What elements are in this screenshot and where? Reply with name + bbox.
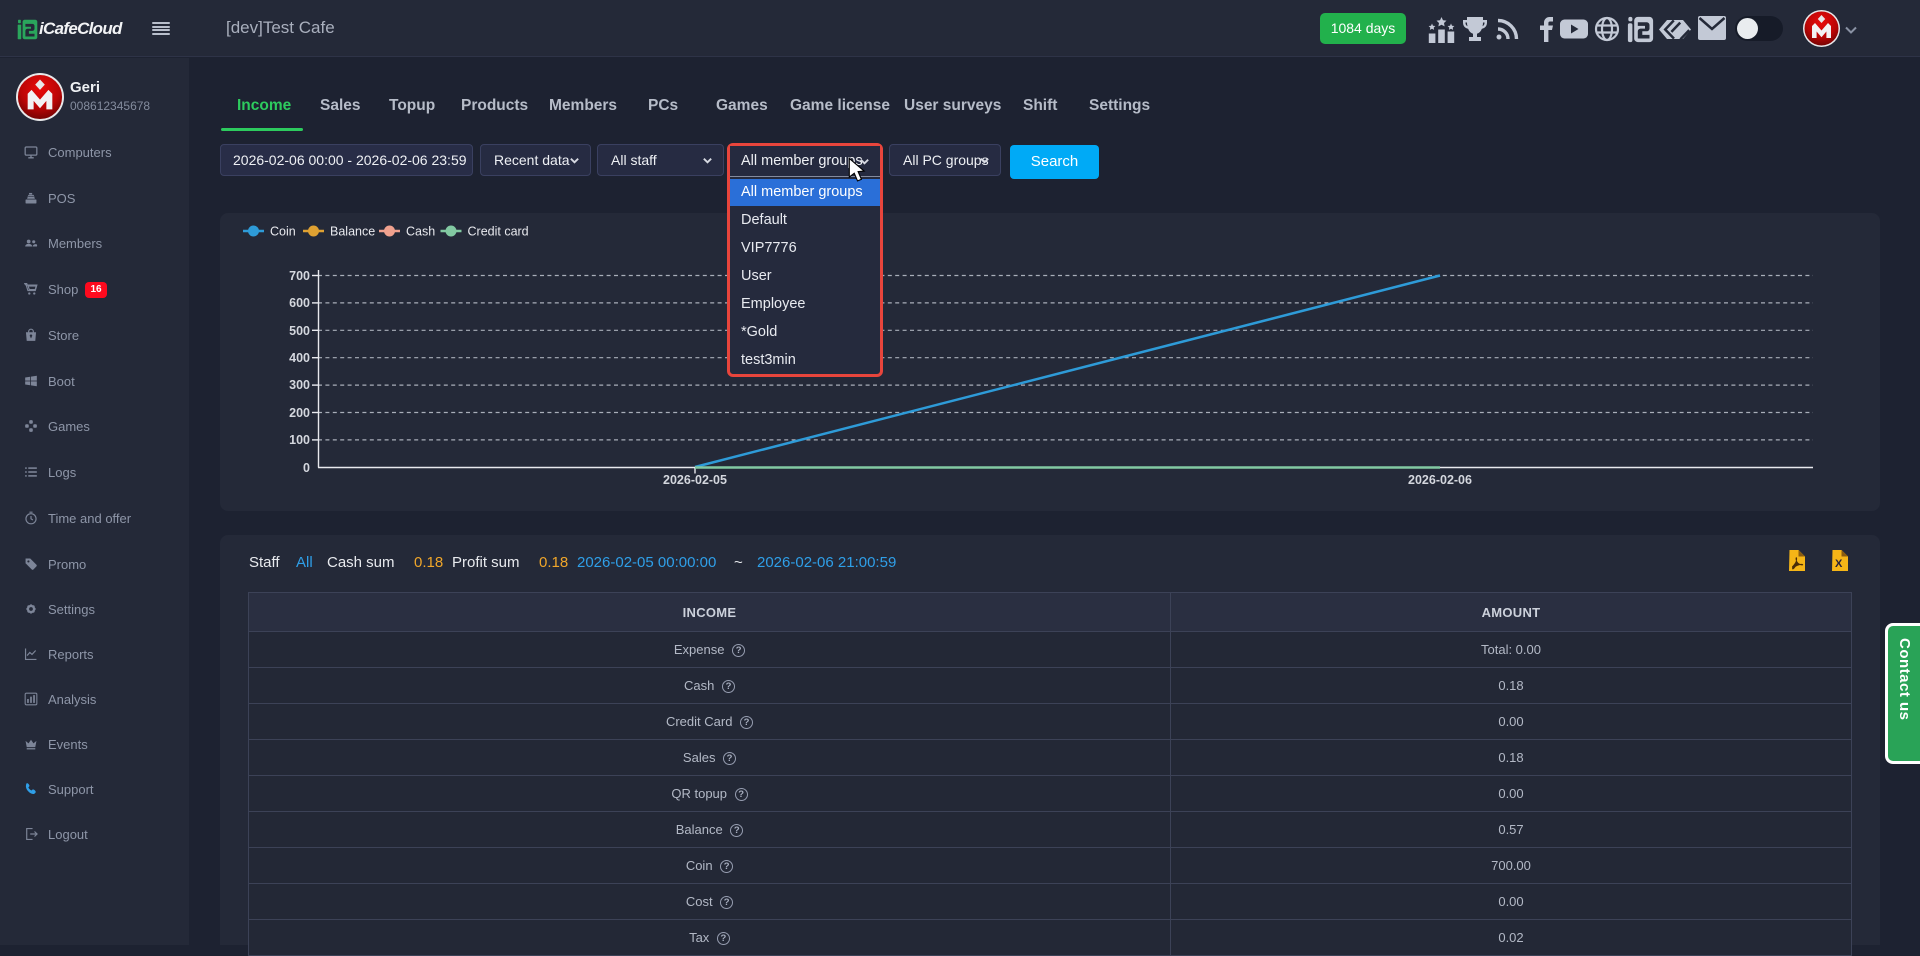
svg-text:600: 600 xyxy=(289,296,310,310)
svg-text:2026-02-05: 2026-02-05 xyxy=(663,473,727,487)
svg-text:500: 500 xyxy=(289,324,310,338)
svg-text:X: X xyxy=(1835,558,1843,570)
svg-text:300: 300 xyxy=(289,378,310,392)
svg-text:400: 400 xyxy=(289,351,310,365)
svg-text:Balance: Balance xyxy=(330,225,375,239)
svg-text:700: 700 xyxy=(289,269,310,283)
svg-text:2026-02-06: 2026-02-06 xyxy=(1408,473,1472,487)
svg-text:0: 0 xyxy=(303,461,310,475)
svg-text:Coin: Coin xyxy=(270,225,296,239)
svg-text:Cash: Cash xyxy=(406,225,435,239)
svg-text:200: 200 xyxy=(289,406,310,420)
svg-text:Credit card: Credit card xyxy=(468,225,529,239)
svg-text:100: 100 xyxy=(289,433,310,447)
